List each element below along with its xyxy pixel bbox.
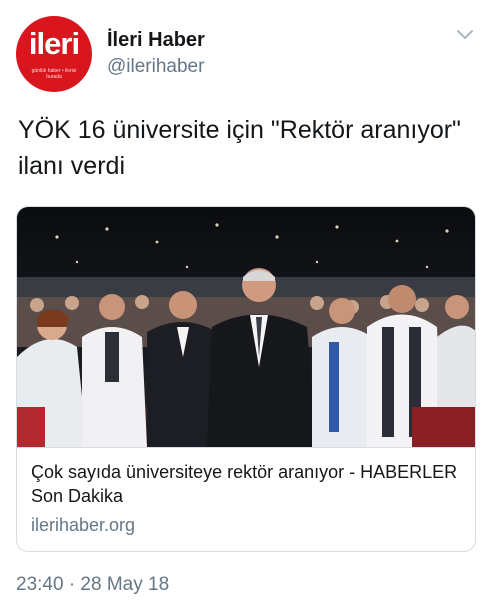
display-name[interactable]: İleri Haber: [107, 28, 205, 52]
tweet-header: ileri günlük haber • ilerisi burada İler…: [16, 14, 481, 94]
avatar-logo-text: ileri: [28, 26, 80, 61]
link-card[interactable]: Çok sayıda üniversiteye rektör aranıyor …: [16, 206, 476, 552]
tweet-timestamp[interactable]: 23:40 · 28 May 18: [16, 574, 169, 596]
author-names: İleri Haber @ilerihaber: [107, 28, 205, 80]
chevron-down-icon[interactable]: [455, 28, 475, 42]
card-domain[interactable]: ilerihaber.org: [31, 513, 463, 537]
card-image[interactable]: [17, 207, 476, 447]
card-body[interactable]: Çok sayıda üniversiteye rektör aranıyor …: [17, 447, 475, 551]
avatar-tagline: günlük haber • ilerisi burada: [31, 68, 77, 80]
tweet: ileri günlük haber • ilerisi burada İler…: [0, 0, 493, 606]
avatar[interactable]: ileri günlük haber • ilerisi burada: [16, 16, 92, 92]
tweet-text: YÖK 16 üniversite için "Rektör aranıyor"…: [18, 116, 461, 180]
user-handle[interactable]: @ilerihaber: [107, 54, 205, 80]
card-title[interactable]: Çok sayıda üniversiteye rektör aranıyor …: [31, 460, 463, 508]
